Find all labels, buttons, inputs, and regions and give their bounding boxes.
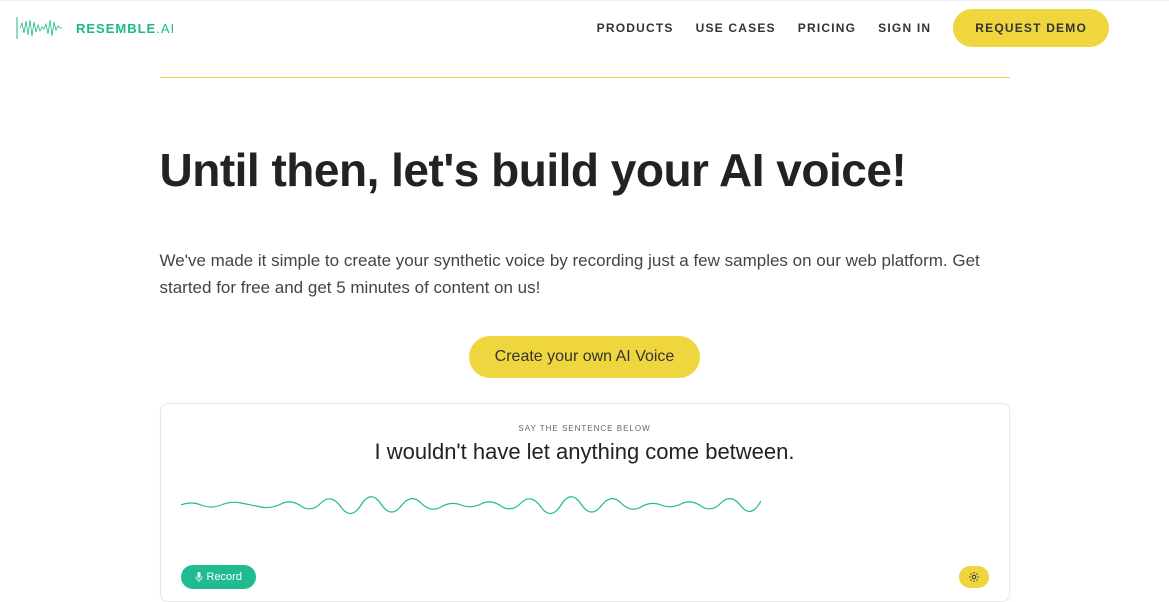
page-subtext: We've made it simple to create your synt… — [160, 247, 1010, 301]
nav-use-cases[interactable]: USE CASES — [696, 21, 776, 35]
recorder-sentence: I wouldn't have let anything come betwee… — [181, 439, 989, 465]
recorder-card: SAY THE SENTENCE BELOW I wouldn't have l… — [160, 403, 1010, 602]
audio-waveform-icon — [181, 495, 761, 515]
main-content: Until then, let's build your AI voice! W… — [150, 77, 1020, 602]
header: RESEMBLE.AI PRODUCTS USE CASES PRICING S… — [0, 0, 1169, 55]
gear-icon — [968, 571, 980, 583]
settings-button[interactable] — [959, 566, 989, 588]
request-demo-button[interactable]: REQUEST DEMO — [953, 9, 1109, 47]
logo[interactable]: RESEMBLE.AI — [15, 13, 175, 43]
main-nav: PRODUCTS USE CASES PRICING SIGN IN REQUE… — [597, 9, 1109, 47]
create-voice-button[interactable]: Create your own AI Voice — [469, 336, 701, 378]
page-heading: Until then, let's build your AI voice! — [160, 143, 1010, 197]
logo-waveform-icon — [15, 13, 70, 43]
say-sentence-label: SAY THE SENTENCE BELOW — [181, 424, 989, 433]
record-button-label: Record — [207, 571, 242, 583]
logo-text: RESEMBLE.AI — [76, 21, 175, 36]
divider — [160, 77, 1010, 78]
nav-products[interactable]: PRODUCTS — [597, 21, 674, 35]
cta-wrap: Create your own AI Voice — [160, 336, 1010, 378]
nav-pricing[interactable]: PRICING — [798, 21, 856, 35]
microphone-icon — [195, 572, 203, 582]
nav-sign-in[interactable]: SIGN IN — [878, 21, 931, 35]
